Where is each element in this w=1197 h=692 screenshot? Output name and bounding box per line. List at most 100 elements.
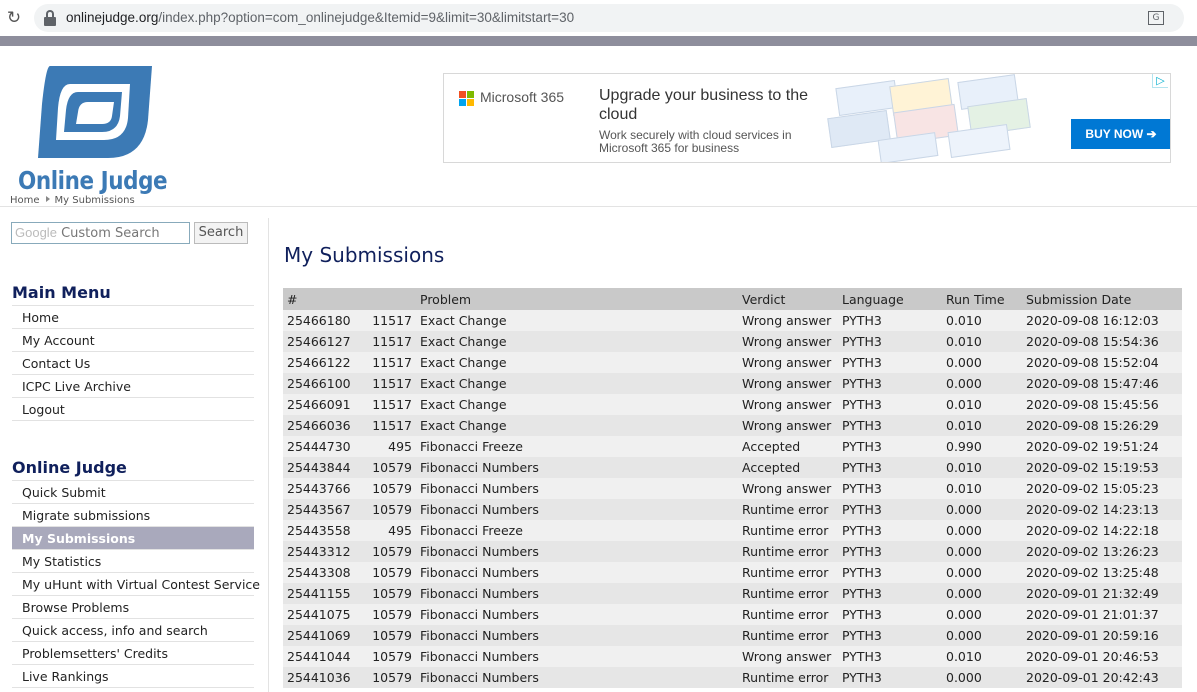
problem-id[interactable]: 10579	[363, 478, 416, 499]
breadcrumb: Home My Submissions	[10, 195, 135, 206]
problem-name[interactable]: Fibonacci Numbers	[416, 667, 738, 688]
problem-name[interactable]: Fibonacci Numbers	[416, 499, 738, 520]
advertisement-banner[interactable]: Microsoft 365 Upgrade your business to t…	[443, 73, 1171, 163]
problem-id[interactable]: 10579	[363, 604, 416, 625]
problem-name[interactable]: Fibonacci Freeze	[416, 520, 738, 541]
submission-id: 25441155	[283, 583, 363, 604]
submission-date: 2020-09-01 21:32:49	[1022, 583, 1182, 604]
problem-id[interactable]: 10579	[363, 667, 416, 688]
problem-id[interactable]: 10579	[363, 499, 416, 520]
column-header-run-time: Run Time	[942, 288, 1022, 310]
translate-icon[interactable]: G	[1148, 11, 1164, 25]
oj-menu-item-quick-access[interactable]: Quick access, info and search	[12, 619, 254, 642]
online-judge-menu: Quick Submit Migrate submissions My Subm…	[12, 480, 260, 688]
oj-menu-item-problemsetters-credits[interactable]: Problemsetters' Credits	[12, 642, 254, 665]
problem-name[interactable]: Fibonacci Numbers	[416, 478, 738, 499]
run-time: 0.000	[942, 625, 1022, 646]
submission-date: 2020-09-01 21:01:37	[1022, 604, 1182, 625]
problem-id[interactable]: 11517	[363, 415, 416, 436]
oj-menu-item-my-statistics[interactable]: My Statistics	[12, 550, 254, 573]
submission-id: 25441075	[283, 604, 363, 625]
oj-menu-item-quick-submit[interactable]: Quick Submit	[12, 481, 254, 504]
verdict: Runtime error	[738, 562, 838, 583]
oj-menu-item-migrate-submissions[interactable]: Migrate submissions	[12, 504, 254, 527]
submission-id: 25466036	[283, 415, 363, 436]
problem-name[interactable]: Fibonacci Numbers	[416, 562, 738, 583]
table-row: 25466180 11517 Exact Change Wrong answer PYT…	[283, 310, 1182, 331]
reload-icon[interactable]: ↻	[4, 8, 24, 28]
problem-name[interactable]: Fibonacci Numbers	[416, 604, 738, 625]
run-time: 0.990	[942, 436, 1022, 457]
browser-toolbar: ↻ onlinejudge.org/index.php?option=com_o…	[0, 0, 1197, 36]
problem-id[interactable]: 10579	[363, 583, 416, 604]
search-button[interactable]: Search	[194, 222, 248, 244]
problem-id[interactable]: 11517	[363, 373, 416, 394]
problem-name[interactable]: Fibonacci Numbers	[416, 541, 738, 562]
header-divider	[0, 206, 1197, 207]
language: PYTH3	[838, 667, 942, 688]
table-row: 25466100 11517 Exact Change Wrong answer PYT…	[283, 373, 1182, 394]
problem-id[interactable]: 11517	[363, 394, 416, 415]
problem-name[interactable]: Fibonacci Numbers	[416, 583, 738, 604]
verdict: Runtime error	[738, 625, 838, 646]
adchoices-icon[interactable]: ▷	[1152, 74, 1168, 88]
problem-name[interactable]: Fibonacci Numbers	[416, 625, 738, 646]
main-menu-heading: Main Menu	[12, 283, 111, 302]
run-time: 0.000	[942, 352, 1022, 373]
problem-id[interactable]: 11517	[363, 331, 416, 352]
table-row: 25466127 11517 Exact Change Wrong answer PYT…	[283, 331, 1182, 352]
table-row: 25443567 10579 Fibonacci Numbers Runtime er…	[283, 499, 1182, 520]
problem-name[interactable]: Exact Change	[416, 331, 738, 352]
table-row: 25443308 10579 Fibonacci Numbers Runtime er…	[283, 562, 1182, 583]
main-menu-item-home[interactable]: Home	[12, 306, 254, 329]
language: PYTH3	[838, 562, 942, 583]
main-menu-item-my-account[interactable]: My Account	[12, 329, 254, 352]
submission-date: 2020-09-08 15:47:46	[1022, 373, 1182, 394]
top-strip	[0, 36, 1197, 46]
language: PYTH3	[838, 625, 942, 646]
language: PYTH3	[838, 583, 942, 604]
problem-id[interactable]: 10579	[363, 625, 416, 646]
problem-name[interactable]: Exact Change	[416, 310, 738, 331]
oj-menu-item-my-submissions[interactable]: My Submissions	[12, 527, 254, 550]
table-header-row: # Problem Verdict Language Run Time Subm…	[283, 288, 1182, 310]
language: PYTH3	[838, 457, 942, 478]
oj-menu-item-my-uhunt[interactable]: My uHunt with Virtual Contest Service	[12, 573, 260, 596]
problem-id[interactable]: 10579	[363, 646, 416, 667]
run-time: 0.010	[942, 310, 1022, 331]
problem-name[interactable]: Exact Change	[416, 394, 738, 415]
submission-date: 2020-09-01 20:59:16	[1022, 625, 1182, 646]
problem-name[interactable]: Exact Change	[416, 415, 738, 436]
problem-id[interactable]: 495	[363, 436, 416, 457]
problem-id[interactable]: 11517	[363, 310, 416, 331]
main-menu-item-icpc-live-archive[interactable]: ICPC Live Archive	[12, 375, 254, 398]
column-header-id: #	[283, 288, 363, 310]
breadcrumb-home[interactable]: Home	[10, 195, 40, 206]
lock-icon[interactable]	[44, 10, 58, 26]
problem-name[interactable]: Fibonacci Freeze	[416, 436, 738, 457]
buy-now-button[interactable]: BUY NOW ➔	[1071, 119, 1170, 149]
address-bar[interactable]: onlinejudge.org/index.php?option=com_onl…	[34, 4, 1184, 32]
url-text[interactable]: onlinejudge.org/index.php?option=com_onl…	[66, 10, 574, 25]
problem-id[interactable]: 10579	[363, 562, 416, 583]
problem-id[interactable]: 11517	[363, 352, 416, 373]
main-menu-item-logout[interactable]: Logout	[12, 398, 254, 421]
search-brand: Google	[15, 225, 57, 240]
search-input[interactable]: Google Custom Search	[11, 222, 190, 244]
ad-subtext: Work securely with cloud services in Mic…	[599, 128, 792, 155]
submission-date: 2020-09-02 13:25:48	[1022, 562, 1182, 583]
problem-name[interactable]: Exact Change	[416, 352, 738, 373]
problem-name[interactable]: Exact Change	[416, 373, 738, 394]
logo-text[interactable]: Online Judge	[18, 166, 168, 195]
submission-date: 2020-09-02 14:22:18	[1022, 520, 1182, 541]
problem-id[interactable]: 10579	[363, 541, 416, 562]
verdict: Wrong answer	[738, 646, 838, 667]
oj-menu-item-browse-problems[interactable]: Browse Problems	[12, 596, 254, 619]
problem-name[interactable]: Fibonacci Numbers	[416, 646, 738, 667]
main-menu-item-contact-us[interactable]: Contact Us	[12, 352, 254, 375]
oj-menu-item-live-rankings[interactable]: Live Rankings	[12, 665, 254, 688]
problem-id[interactable]: 495	[363, 520, 416, 541]
problem-id[interactable]: 10579	[363, 457, 416, 478]
column-header-submission-date: Submission Date	[1022, 288, 1182, 310]
problem-name[interactable]: Fibonacci Numbers	[416, 457, 738, 478]
